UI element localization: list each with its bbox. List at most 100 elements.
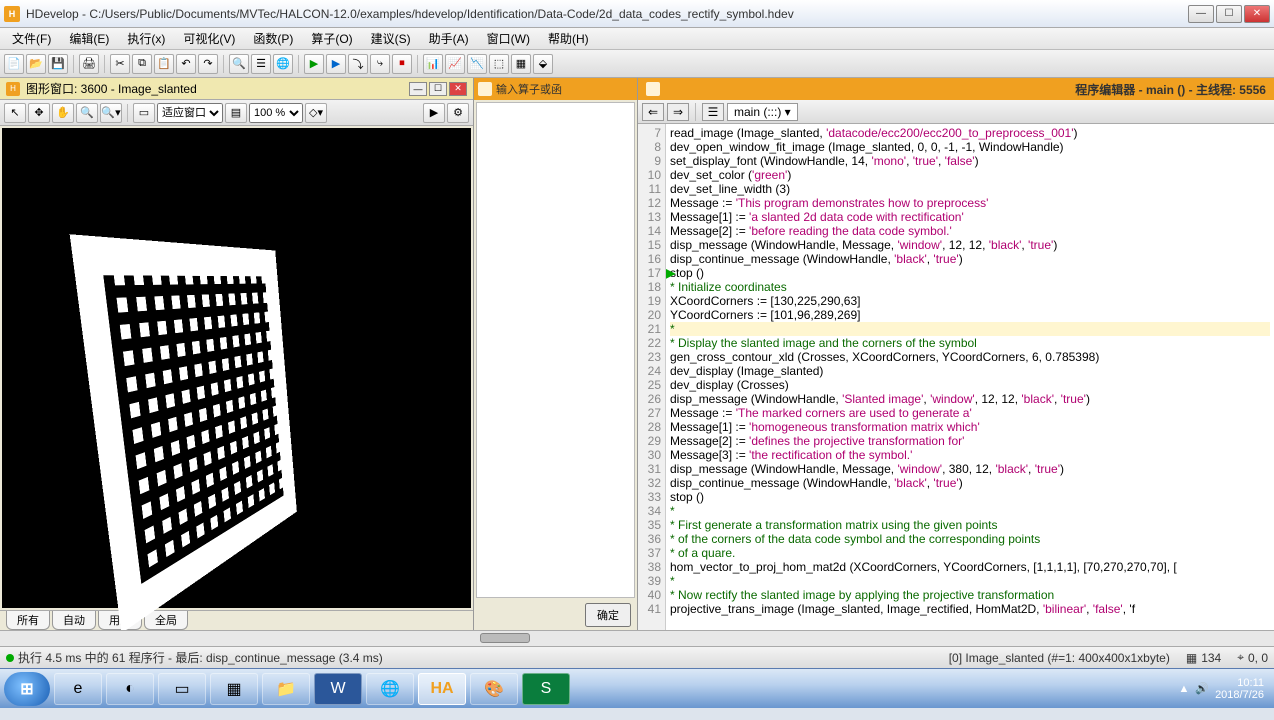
color-icon[interactable]: ◇▾ — [305, 103, 327, 123]
run-small-icon[interactable]: ▶ — [423, 103, 445, 123]
stop-icon[interactable]: ⏹ — [392, 54, 412, 74]
start-button[interactable]: ⊞ — [4, 672, 50, 706]
tray-flag-icon[interactable]: ▲ — [1178, 683, 1189, 695]
code-body[interactable]: read_image (Image_slanted, 'datacode/ecc… — [666, 124, 1274, 630]
step-over-icon[interactable]: ⤵ — [348, 54, 368, 74]
function-combo[interactable]: main (:::) ▾ — [727, 103, 798, 121]
ok-button[interactable]: 确定 — [585, 603, 631, 627]
editor-title: 程序编辑器 - main () - 主线程: 5556 — [1075, 81, 1266, 98]
menu-item[interactable]: 文件(F) — [4, 28, 59, 49]
status-left: 执行 4.5 ms 中的 61 程序行 - 最后: disp_continue_… — [18, 649, 383, 666]
main-toolbar: 📄 📂 💾 🖨 ✂ ⧉ 📋 ↶ ↷ 🔍 ☰ 🌐 ▶ ▶ ⤵ ⤷ ⏹ 📊 📈 📉 … — [0, 50, 1274, 78]
taskbar-paint-icon[interactable]: 🎨 — [470, 673, 518, 705]
tree-icon[interactable]: ☰ — [702, 103, 724, 121]
gear-icon[interactable]: ⚙ — [447, 103, 469, 123]
halcon-icon: H — [6, 82, 20, 96]
chart1-icon[interactable]: 📊 — [423, 54, 443, 74]
open-icon[interactable]: 📂 — [26, 54, 46, 74]
menu-item[interactable]: 编辑(E) — [61, 28, 117, 49]
gw-minimize[interactable]: — — [409, 82, 427, 96]
zoom-dropdown-icon[interactable]: 🔍▾ — [100, 103, 122, 123]
horizontal-scrollbar[interactable] — [0, 630, 1274, 646]
taskbar-app2-icon[interactable]: ▦ — [210, 673, 258, 705]
slanted-datacode-image — [70, 234, 297, 633]
run-icon[interactable]: ▶ — [304, 54, 324, 74]
pointer-icon[interactable]: ↖ — [4, 103, 26, 123]
move-icon[interactable]: ✥ — [28, 103, 50, 123]
zoom-select[interactable]: 100 % — [249, 103, 303, 123]
zoom-level-icon[interactable]: ▤ — [225, 103, 247, 123]
chart2-icon[interactable]: 📈 — [445, 54, 465, 74]
chart5-icon[interactable]: ▦ — [511, 54, 531, 74]
chart3-icon[interactable]: 📉 — [467, 54, 487, 74]
step-into-icon[interactable]: ⤷ — [370, 54, 390, 74]
undo-icon[interactable]: ↶ — [176, 54, 196, 74]
taskbar-spread-icon[interactable]: S — [522, 673, 570, 705]
tab-自动[interactable]: 自动 — [52, 611, 96, 630]
nav-fwd-icon[interactable]: ⇒ — [667, 103, 689, 121]
taskbar-word-icon[interactable]: W — [314, 673, 362, 705]
globe-icon[interactable]: 🌐 — [273, 54, 293, 74]
status-coord: 0, 0 — [1248, 651, 1268, 665]
title-text: HDevelop - C:/Users/Public/Documents/MVT… — [26, 7, 794, 21]
halcon-icon — [478, 82, 492, 96]
save-icon[interactable]: 💾 — [48, 54, 68, 74]
taskbar-ie-icon[interactable]: e — [54, 673, 102, 705]
nav-back-icon[interactable]: ⇐ — [642, 103, 664, 121]
fit-select[interactable]: 适应窗口 — [157, 103, 223, 123]
variable-tabs: 所有自动用户全局 — [0, 610, 473, 630]
line-gutter: 7 8 9 10 11 12 13 14 15 16 17 18 19 20 2… — [638, 124, 666, 630]
paste-icon[interactable]: 📋 — [154, 54, 174, 74]
redo-icon[interactable]: ↷ — [198, 54, 218, 74]
tab-全局[interactable]: 全局 — [144, 611, 188, 630]
minimize-button[interactable]: — — [1188, 5, 1214, 23]
taskbar-browser-icon[interactable]: 🌐 — [366, 673, 414, 705]
print-icon[interactable]: 🖨 — [79, 54, 99, 74]
menu-item[interactable]: 可视化(V) — [175, 28, 243, 49]
graphic-window-titlebar: H 图形窗口: 3600 - Image_slanted — ☐ ✕ — [0, 78, 473, 100]
list-icon[interactable]: ☰ — [251, 54, 271, 74]
code-area[interactable]: 7 8 9 10 11 12 13 14 15 16 17 18 19 20 2… — [638, 124, 1274, 630]
menubar: 文件(F)编辑(E)执行(x)可视化(V)函数(P)算子(O)建议(S)助手(A… — [0, 28, 1274, 50]
find-icon[interactable]: 🔍 — [229, 54, 249, 74]
chart4-icon[interactable]: ⬚ — [489, 54, 509, 74]
status-num: 134 — [1201, 651, 1221, 665]
close-button[interactable]: ✕ — [1244, 5, 1270, 23]
app-icon: H — [4, 6, 20, 22]
menu-item[interactable]: 执行(x) — [119, 28, 173, 49]
taskbar-explorer-icon[interactable]: 📁 — [262, 673, 310, 705]
step-icon[interactable]: ▶ — [326, 54, 346, 74]
cut-icon[interactable]: ✂ — [110, 54, 130, 74]
operator-input-area[interactable] — [476, 102, 635, 598]
menu-item[interactable]: 窗口(W) — [479, 28, 538, 49]
graphic-window-title: 图形窗口: 3600 - Image_slanted — [26, 80, 197, 97]
tab-所有[interactable]: 所有 — [6, 611, 50, 630]
statusbar: 执行 4.5 ms 中的 61 程序行 - 最后: disp_continue_… — [0, 646, 1274, 668]
hand-icon[interactable]: ✋ — [52, 103, 74, 123]
graphic-toolbar: ↖ ✥ ✋ 🔍 🔍▾ ▭ 适应窗口 ▤ 100 % ◇▾ ▶ ⚙ — [0, 100, 473, 126]
gw-close[interactable]: ✕ — [449, 82, 467, 96]
chart6-icon[interactable]: ⬙ — [533, 54, 553, 74]
taskbar-hdevelop-icon[interactable]: HA — [418, 673, 466, 705]
system-tray[interactable]: ▲ 🔊 10:112018/7/26 — [1172, 677, 1270, 701]
taskbar-app1-icon[interactable]: ▭ — [158, 673, 206, 705]
gw-maximize[interactable]: ☐ — [429, 82, 447, 96]
new-icon[interactable]: 📄 — [4, 54, 24, 74]
menu-item[interactable]: 函数(P) — [245, 28, 301, 49]
operator-input-pane: 输入算子或函 确定 — [474, 78, 638, 630]
menu-item[interactable]: 帮助(H) — [540, 28, 597, 49]
menu-item[interactable]: 算子(O) — [303, 28, 360, 49]
graphic-canvas[interactable] — [2, 128, 471, 608]
graphic-window-pane: H 图形窗口: 3600 - Image_slanted — ☐ ✕ ↖ ✥ ✋… — [0, 78, 474, 630]
fit-icon[interactable]: ▭ — [133, 103, 155, 123]
zoom-icon[interactable]: 🔍 — [76, 103, 98, 123]
copy-icon[interactable]: ⧉ — [132, 54, 152, 74]
halcon-icon — [646, 82, 660, 96]
tray-net-icon[interactable]: 🔊 — [1195, 682, 1209, 695]
titlebar: H HDevelop - C:/Users/Public/Documents/M… — [0, 0, 1274, 28]
maximize-button[interactable]: ☐ — [1216, 5, 1242, 23]
menu-item[interactable]: 建议(S) — [363, 28, 419, 49]
menu-item[interactable]: 助手(A) — [421, 28, 477, 49]
clock[interactable]: 10:112018/7/26 — [1215, 677, 1264, 701]
taskbar-media-icon[interactable]: ◐ — [106, 673, 154, 705]
